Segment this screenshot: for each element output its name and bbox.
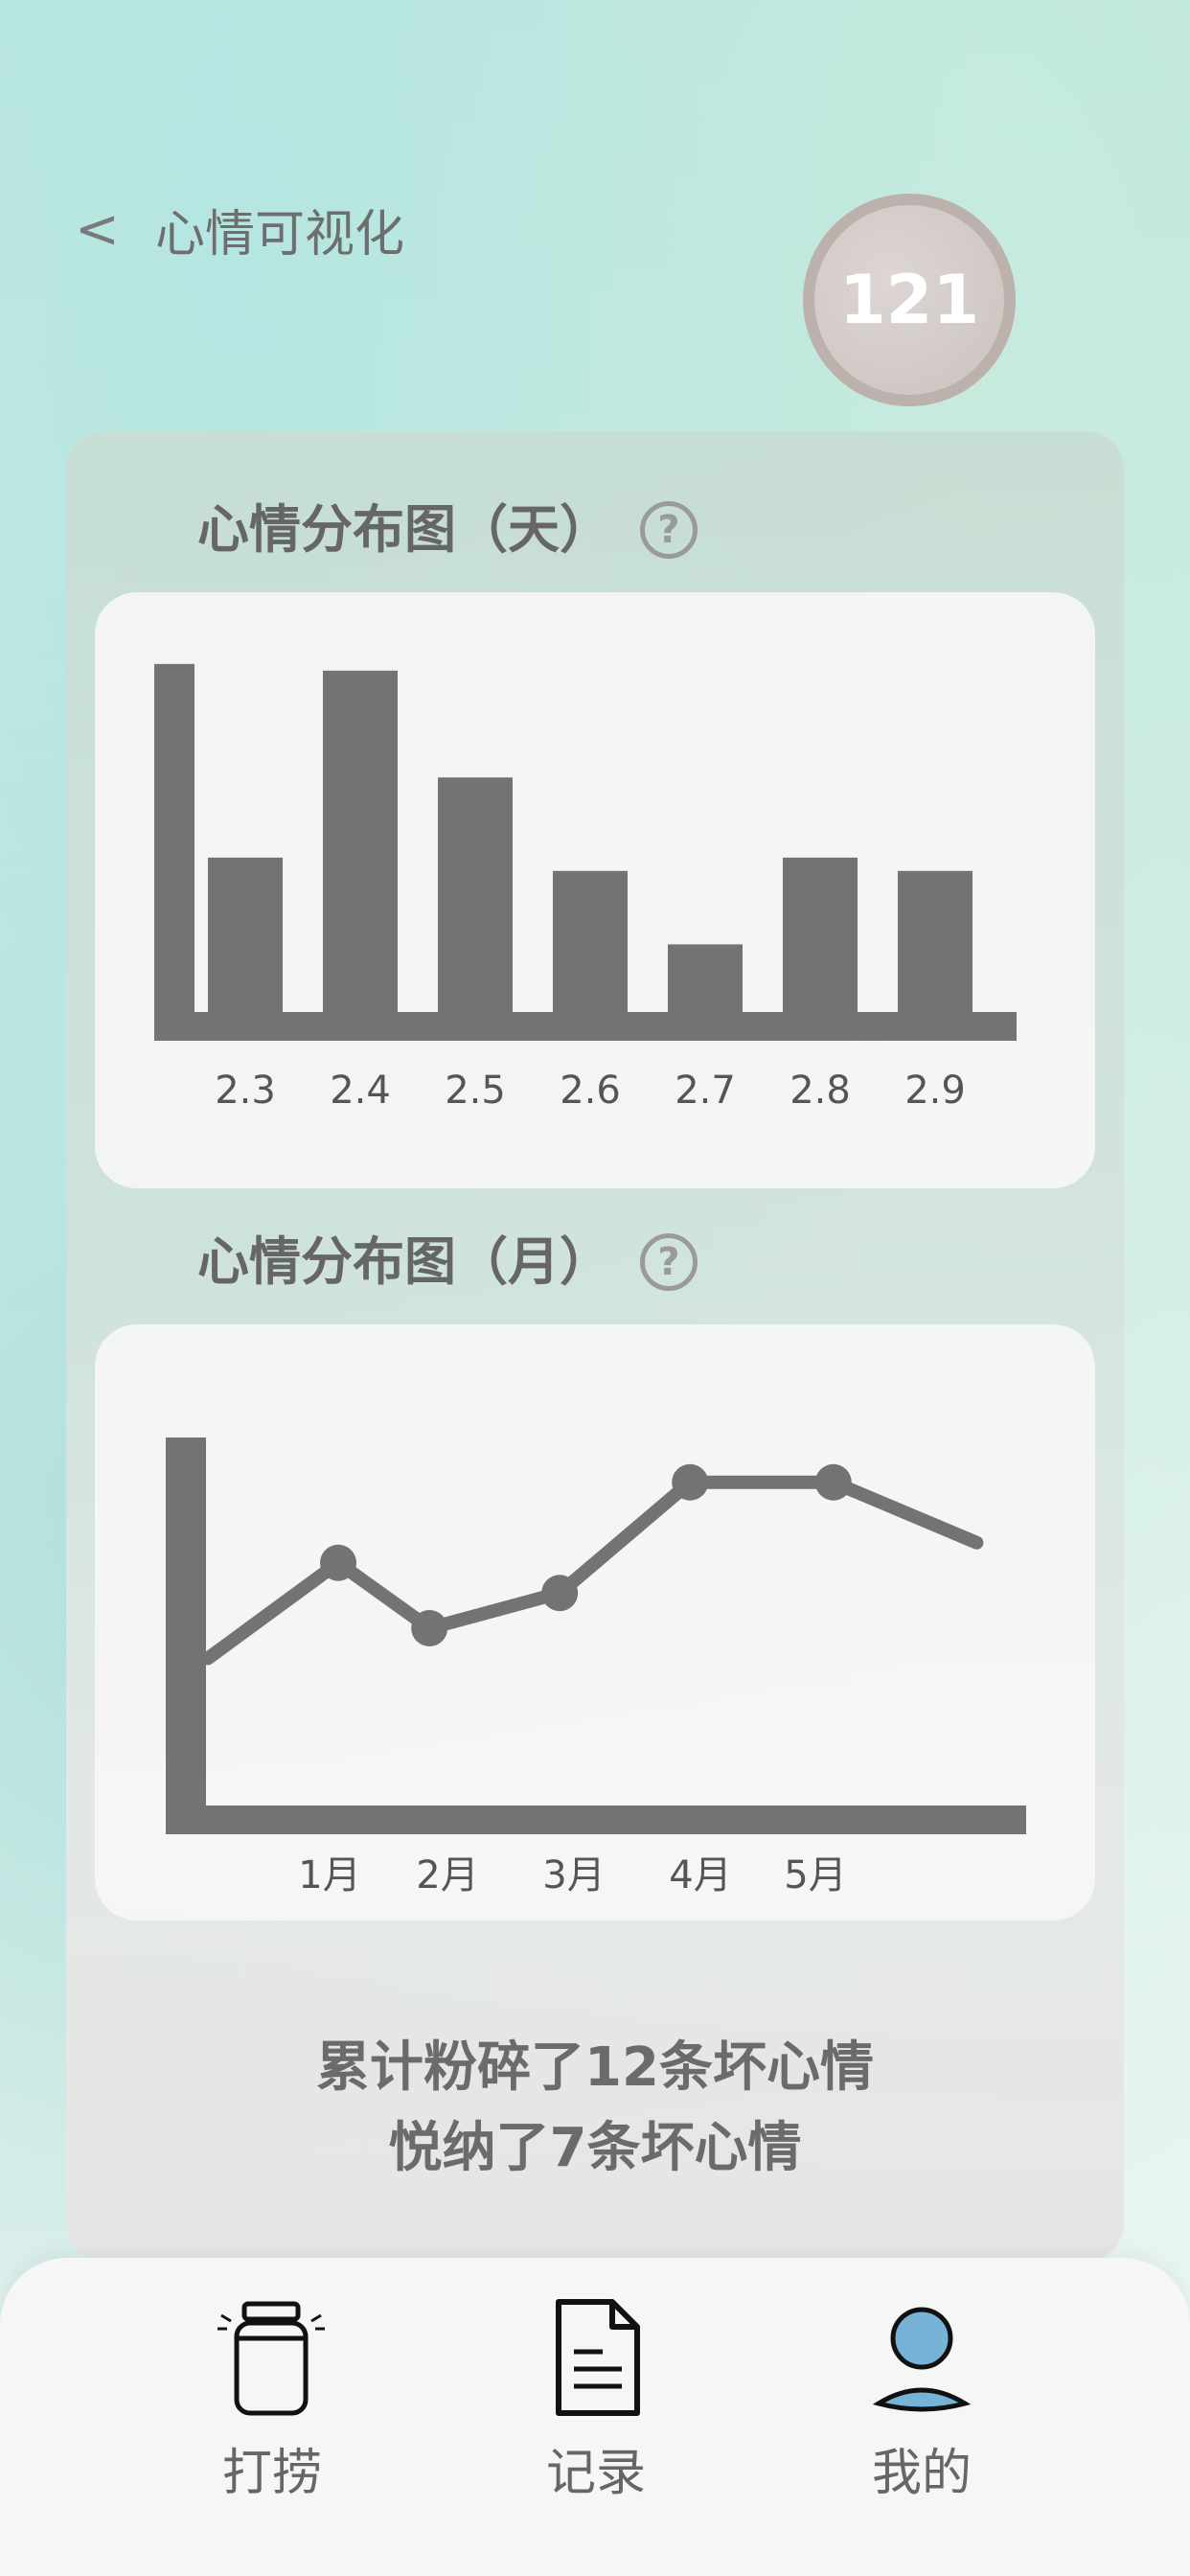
daily-bar-chart: 2.3 2.4 2.5 2.6 2.7 2.8 2.9 — [154, 663, 1017, 1113]
data-point — [411, 1610, 448, 1646]
nav-label-mine: 我的 — [871, 2445, 972, 2502]
x-tick-label: 2.5 — [445, 1069, 506, 1113]
daily-help-glyph: ? — [657, 508, 680, 552]
nav-item-mine[interactable]: 我的 — [816, 2296, 1027, 2536]
data-point — [672, 1463, 709, 1501]
x-tick-label: 2月 — [416, 1853, 478, 1898]
x-tick-label: 2.6 — [560, 1069, 621, 1113]
bar — [553, 870, 628, 1031]
x-tick-label: 2.3 — [215, 1069, 276, 1113]
daily-chart-panel: 2.3 2.4 2.5 2.6 2.7 2.8 2.9 — [95, 592, 1095, 1188]
bottom-nav: 打捞 记录 我的 — [0, 2258, 1190, 2576]
page-title: 心情可视化 — [155, 206, 405, 264]
bar-unlabeled — [154, 663, 195, 1031]
y-axis — [166, 1438, 206, 1832]
bar — [438, 777, 513, 1031]
nav-label-record: 记录 — [545, 2445, 646, 2502]
x-axis — [166, 1806, 1026, 1834]
x-tick-label: 4月 — [669, 1853, 731, 1898]
data-point — [541, 1575, 579, 1612]
monthly-chart-title: 心情分布图（月） — [197, 1231, 611, 1292]
jar-icon — [217, 2301, 325, 2416]
data-point — [320, 1544, 356, 1581]
x-tick-label: 2.8 — [790, 1069, 851, 1113]
document-icon — [556, 2299, 640, 2416]
monthly-help-glyph: ? — [657, 1240, 680, 1284]
back-button[interactable]: < — [75, 196, 123, 264]
bar — [668, 944, 743, 1031]
summary-line-2: 悦纳了7条坏心情 — [388, 2117, 802, 2179]
bar — [898, 870, 973, 1031]
data-point — [814, 1463, 852, 1501]
x-tick-label: 2.4 — [330, 1069, 391, 1113]
x-tick-label: 1月 — [298, 1853, 360, 1898]
monthly-line-chart: 1月 2月 3月 4月 5月 — [166, 1438, 1026, 1898]
x-tick-label: 3月 — [542, 1853, 605, 1898]
nav-item-record[interactable]: 记录 — [491, 2296, 701, 2536]
summary-line-1: 累计粉碎了12条坏心情 — [316, 2036, 874, 2099]
avatar-value: 121 — [838, 261, 980, 339]
header: < 心情可视化 121 — [0, 0, 1190, 422]
user-icon — [872, 2307, 972, 2412]
bar — [208, 857, 283, 1031]
monthly-chart-panel: 1月 2月 3月 4月 5月 — [95, 1324, 1095, 1920]
monthly-help-icon[interactable]: ? — [640, 1233, 698, 1291]
daily-help-icon[interactable]: ? — [640, 501, 698, 559]
nav-label-salvage: 打捞 — [221, 2445, 322, 2502]
x-tick-label: 2.7 — [675, 1069, 736, 1113]
avatar[interactable]: 121 — [803, 194, 1016, 406]
x-tick-label: 2.9 — [904, 1069, 966, 1113]
bar — [323, 670, 398, 1031]
nav-item-salvage[interactable]: 打捞 — [167, 2296, 378, 2536]
bar — [783, 857, 858, 1031]
x-tick-label: 5月 — [784, 1853, 846, 1898]
daily-chart-title: 心情分布图（天） — [197, 499, 611, 560]
